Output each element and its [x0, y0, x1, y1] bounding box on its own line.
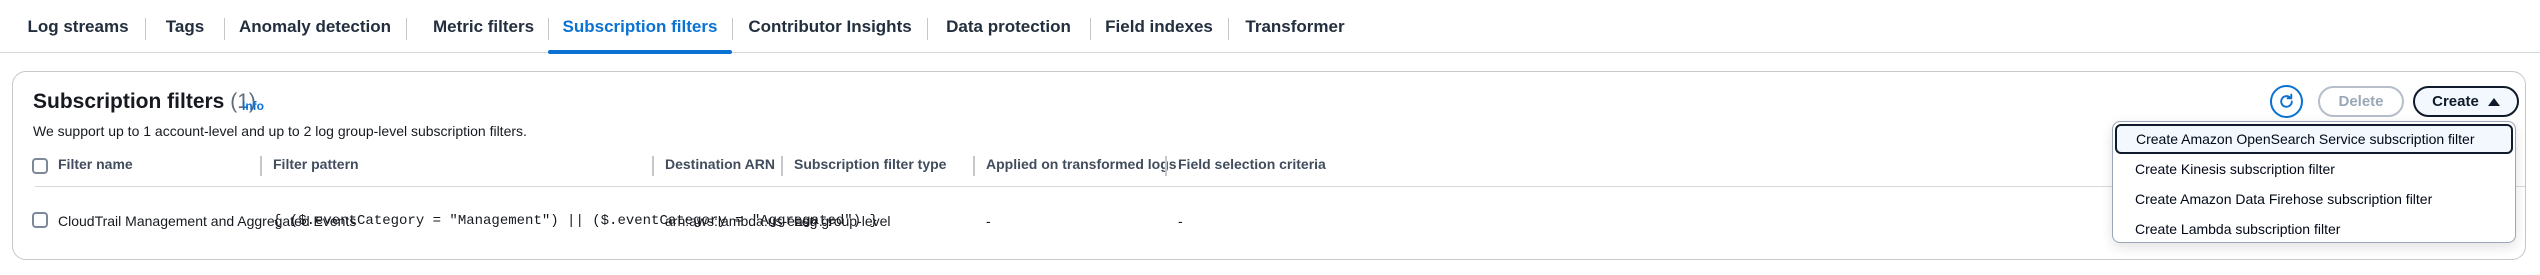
menu-item-create-lambda[interactable]: Create Lambda subscription filter [2113, 214, 2515, 244]
tab-divider [732, 18, 733, 40]
column-resize-handle[interactable] [781, 156, 783, 176]
create-dropdown-menu: Create Amazon OpenSearch Service subscri… [2112, 121, 2516, 243]
refresh-icon [2280, 93, 2293, 108]
cell-applied-on-transformed: - [986, 213, 991, 229]
tab-divider [927, 18, 928, 40]
panel-description: We support up to 1 account-level and up … [33, 123, 527, 139]
column-resize-handle[interactable] [652, 156, 654, 176]
tab-metric-filters[interactable]: Metric filters [425, 0, 542, 53]
create-button[interactable]: Create [2413, 86, 2519, 117]
panel-title-text: Subscription filters [33, 90, 225, 113]
tab-divider [406, 18, 407, 40]
menu-item-create-kinesis[interactable]: Create Kinesis subscription filter [2113, 154, 2515, 184]
cell-filter-type: Log group-level [794, 213, 891, 229]
menu-item-create-opensearch[interactable]: Create Amazon OpenSearch Service subscri… [2115, 124, 2513, 154]
column-resize-handle[interactable] [1165, 156, 1167, 176]
tab-bar: Log streams Tags Anomaly detection Metri… [0, 0, 2540, 54]
menu-item-create-firehose[interactable]: Create Amazon Data Firehose subscription… [2113, 184, 2515, 214]
column-header-filter-pattern[interactable]: Filter pattern [273, 156, 359, 172]
tab-data-protection[interactable]: Data protection [946, 0, 1071, 53]
tab-divider [224, 18, 225, 40]
delete-button[interactable]: Delete [2318, 86, 2404, 117]
caret-up-icon [2487, 97, 2500, 106]
tab-subscription-filters[interactable]: Subscription filters [548, 0, 732, 54]
cell-field-selection: - [1178, 213, 1183, 229]
tab-anomaly-detection[interactable]: Anomaly detection [239, 0, 391, 53]
tab-log-streams[interactable]: Log streams [27, 0, 128, 53]
create-button-label: Create [2432, 93, 2479, 110]
row-checkbox[interactable] [32, 212, 48, 228]
tab-divider [1228, 18, 1229, 40]
tab-field-indexes[interactable]: Field indexes [1105, 0, 1213, 53]
tab-divider [145, 18, 146, 40]
select-all-checkbox[interactable] [32, 158, 48, 174]
refresh-button[interactable] [2270, 85, 2303, 118]
tab-tags[interactable]: Tags [165, 0, 205, 53]
column-header-destination-arn[interactable]: Destination ARN [665, 156, 775, 172]
column-header-field-selection[interactable]: Field selection criteria [1178, 156, 1326, 172]
column-header-filter-type[interactable]: Subscription filter type [794, 156, 946, 172]
panel-title: Subscription filters (1) [33, 90, 256, 114]
tab-transformer[interactable]: Transformer [1245, 0, 1344, 53]
column-resize-handle[interactable] [973, 156, 975, 176]
tab-divider [1090, 18, 1091, 40]
tab-contributor-insights[interactable]: Contributor Insights [748, 0, 911, 53]
column-resize-handle[interactable] [260, 156, 262, 176]
column-header-applied-on-transformed[interactable]: Applied on transformed logs [986, 156, 1177, 172]
info-link[interactable]: Info [242, 99, 264, 113]
column-header-filter-name[interactable]: Filter name [58, 156, 133, 172]
